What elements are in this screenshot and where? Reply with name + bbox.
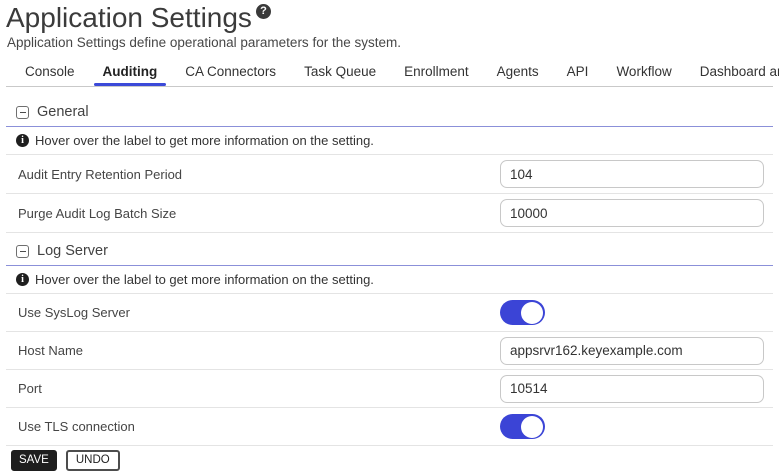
info-icon: i [16, 134, 29, 147]
application-settings-page: Application Settings ? Application Setti… [0, 0, 779, 471]
field-control [500, 337, 773, 365]
form-row-use-syslog-server: Use SysLog Server [6, 294, 773, 332]
settings-tabbar: Console Auditing CA Connectors Task Queu… [6, 58, 773, 87]
section-log-server-info: i Hover over the label to get more infor… [6, 266, 773, 294]
tab-auditing[interactable]: Auditing [89, 58, 172, 86]
field-label: Audit Entry Retention Period [6, 167, 500, 182]
form-row-use-tls-connection: Use TLS connection [6, 408, 773, 446]
audit-entry-retention-period-input[interactable] [500, 160, 764, 188]
field-control [500, 414, 773, 439]
field-control [500, 375, 773, 403]
section-title: Log Server [37, 243, 108, 259]
toggle-knob [521, 302, 543, 324]
tab-enrollment[interactable]: Enrollment [390, 58, 483, 86]
tab-console[interactable]: Console [11, 58, 89, 86]
field-label: Host Name [6, 343, 500, 358]
form-row-host-name: Host Name [6, 332, 773, 370]
field-label: Purge Audit Log Batch Size [6, 206, 500, 221]
purge-audit-log-batch-size-input[interactable] [500, 199, 764, 227]
section-header-general[interactable]: General [6, 99, 773, 127]
page-subtitle: Application Settings define operational … [7, 35, 773, 50]
section-title: General [37, 104, 89, 120]
use-syslog-server-toggle[interactable] [500, 300, 545, 325]
tab-task-queue[interactable]: Task Queue [290, 58, 390, 86]
info-text: Hover over the label to get more informa… [35, 272, 374, 287]
host-name-input[interactable] [500, 337, 764, 365]
field-control [500, 160, 773, 188]
collapse-icon[interactable] [16, 245, 29, 258]
undo-button[interactable]: UNDO [66, 450, 120, 471]
field-label: Use TLS connection [6, 419, 500, 434]
action-bar: SAVE UNDO [6, 446, 773, 471]
toggle-knob [521, 416, 543, 438]
save-button[interactable]: SAVE [11, 450, 57, 471]
form-row-port: Port [6, 370, 773, 408]
tab-ca-connectors[interactable]: CA Connectors [171, 58, 290, 86]
page-title-text: Application Settings [6, 3, 252, 33]
field-label: Port [6, 381, 500, 396]
tab-agents[interactable]: Agents [483, 58, 553, 86]
info-icon: i [16, 273, 29, 286]
field-label: Use SysLog Server [6, 305, 500, 320]
field-control [500, 300, 773, 325]
tab-api[interactable]: API [553, 58, 603, 86]
section-header-log-server[interactable]: Log Server [6, 238, 773, 266]
field-control [500, 199, 773, 227]
tab-dashboard-and-reports[interactable]: Dashboard and Reports [686, 58, 779, 86]
info-text: Hover over the label to get more informa… [35, 133, 374, 148]
port-input[interactable] [500, 375, 764, 403]
form-row-purge-audit-log-batch-size: Purge Audit Log Batch Size [6, 194, 773, 233]
help-icon[interactable]: ? [256, 4, 271, 19]
collapse-icon[interactable] [16, 106, 29, 119]
tab-workflow[interactable]: Workflow [602, 58, 685, 86]
section-general-info: i Hover over the label to get more infor… [6, 127, 773, 155]
form-row-audit-entry-retention-period: Audit Entry Retention Period [6, 155, 773, 194]
page-title: Application Settings ? [6, 3, 773, 33]
use-tls-connection-toggle[interactable] [500, 414, 545, 439]
